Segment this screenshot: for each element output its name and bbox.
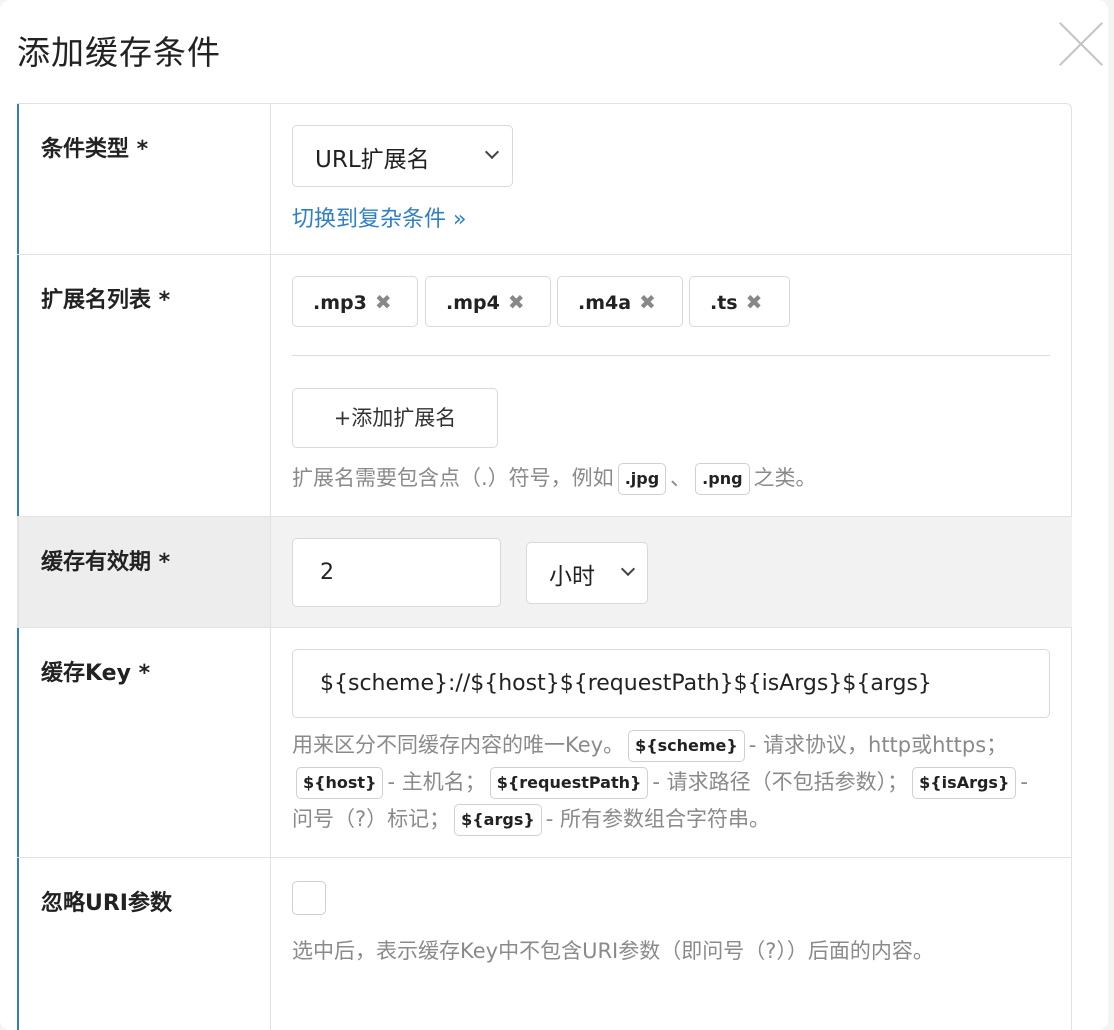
add-cache-condition-dialog: 添加缓存条件 条件类型 * URL扩展名 切换到复杂条件 » 扩展名列表 * .… [0, 0, 1108, 1030]
extension-tag-label: .m4a [578, 292, 632, 314]
extension-help-text: 扩展名需要包含点（.）符号，例如 .jpg、 .png 之类。 [292, 460, 1052, 497]
remove-tag-icon[interactable]: ✖ [746, 290, 763, 314]
extension-tag: .mp4 ✖ [425, 276, 551, 327]
cache-key-label: 缓存Key * [17, 628, 271, 857]
code-is-args: ${isArgs} [912, 767, 1017, 799]
extension-tag-label: .mp4 [446, 292, 500, 314]
remove-tag-icon[interactable]: ✖ [375, 290, 392, 314]
code-example-png: .png [695, 463, 750, 495]
extension-tag: .ts ✖ [689, 276, 790, 327]
cache-ttl-unit-selected: 小时 [549, 564, 595, 590]
code-scheme: ${scheme} [628, 730, 745, 762]
code-request-path: ${requestPath} [489, 767, 649, 799]
add-extension-button[interactable]: +添加扩展名 [292, 388, 498, 448]
close-icon[interactable] [1057, 20, 1105, 68]
condition-type-selected: URL扩展名 [315, 147, 430, 173]
code-example-jpg: .jpg [617, 463, 667, 495]
chevron-down-icon [484, 144, 500, 160]
row-cache-ttl: 缓存有效期 * 2 小时 [17, 517, 1072, 628]
switch-to-complex-link[interactable]: 切换到复杂条件 » [292, 201, 466, 233]
extension-tag-label: .ts [710, 292, 738, 314]
row-condition-type: 条件类型 * URL扩展名 切换到复杂条件 » [17, 104, 1072, 255]
code-args: ${args} [454, 804, 542, 836]
condition-form: 条件类型 * URL扩展名 切换到复杂条件 » 扩展名列表 * .mp3 ✖ .m… [17, 103, 1072, 1030]
remove-tag-icon[interactable]: ✖ [508, 290, 525, 314]
ignore-uri-args-label: 忽略URI参数 [17, 858, 271, 1030]
cache-key-help-text: 用来区分不同缓存内容的唯一Key。 ${scheme} - 请求协议，http或ht… [292, 727, 1052, 838]
extension-tag: .m4a ✖ [557, 276, 683, 327]
extension-list-label: 扩展名列表 * [17, 255, 271, 516]
dialog-title: 添加缓存条件 [17, 33, 221, 72]
ignore-uri-args-checkbox[interactable] [292, 881, 326, 915]
extension-tag: .mp3 ✖ [292, 276, 418, 327]
condition-type-label: 条件类型 * [17, 104, 271, 254]
chevron-down-icon [620, 561, 636, 577]
row-ignore-uri-args: 忽略URI参数 选中后，表示缓存Key中不包含URI参数（即问号（?））后面的内… [17, 858, 1072, 1030]
cache-ttl-input[interactable]: 2 [292, 538, 501, 607]
divider [292, 355, 1050, 356]
ignore-uri-args-help-text: 选中后，表示缓存Key中不包含URI参数（即问号（?））后面的内容。 [292, 939, 934, 963]
row-cache-key: 缓存Key * ${scheme}://${host}${requestPath… [17, 628, 1072, 858]
cache-ttl-label: 缓存有效期 * [17, 517, 271, 627]
extension-tag-label: .mp3 [313, 292, 367, 314]
condition-type-select[interactable]: URL扩展名 [292, 125, 513, 187]
cache-ttl-unit-select[interactable]: 小时 [526, 542, 648, 604]
row-extension-list: 扩展名列表 * .mp3 ✖ .mp4 ✖ .m4a ✖ .ts ✖ +添加扩展名 扩展… [17, 255, 1072, 517]
remove-tag-icon[interactable]: ✖ [639, 290, 656, 314]
code-host: ${host} [296, 767, 384, 799]
cache-key-input[interactable]: ${scheme}://${host}${requestPath}${isArg… [292, 649, 1050, 718]
